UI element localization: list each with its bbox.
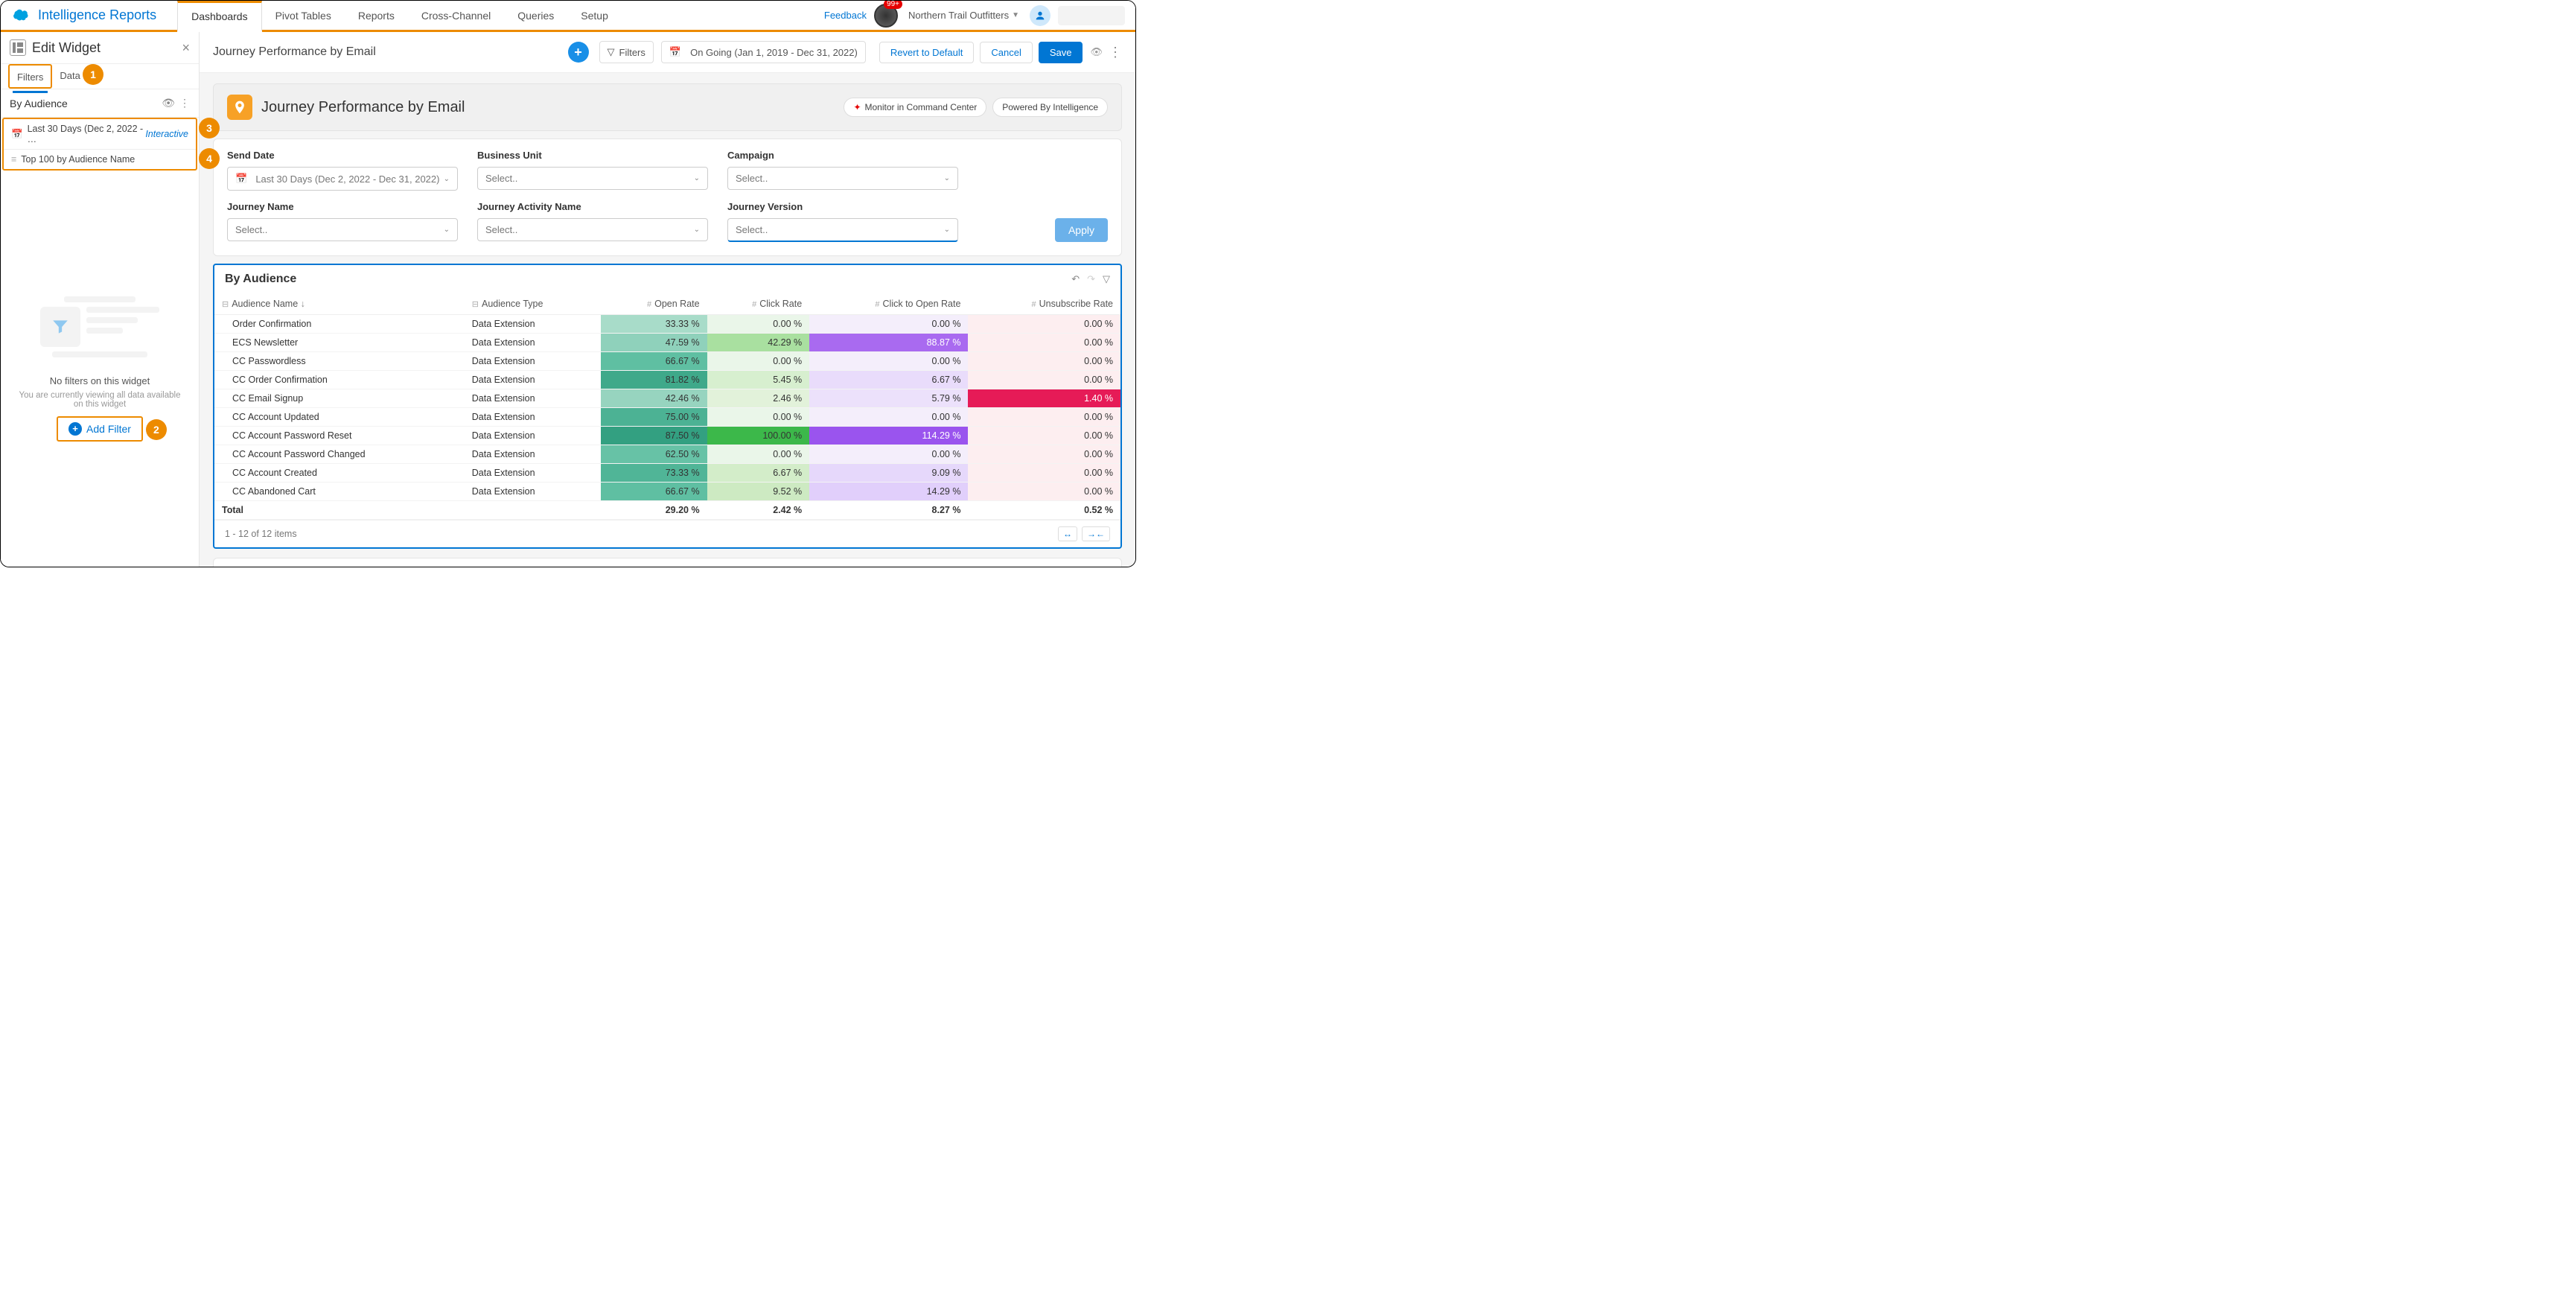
column-header[interactable]: #Click Rate [707,293,810,315]
table-row[interactable]: CC Abandoned CartData Extension66.67 %9.… [214,483,1120,501]
top-navbar: Intelligence Reports DashboardsPivot Tab… [1,1,1135,32]
sidebar-title: Edit Widget [32,40,182,56]
powered-pill[interactable]: Powered By Intelligence [992,98,1108,117]
filter-item-date[interactable]: 📅 Last 30 Days (Dec 2, 2022 - … Interact… [4,119,196,150]
filter-select-journey-version[interactable]: Select..⌄ [727,218,958,242]
side-tab-filters[interactable]: Filters [8,64,52,89]
table-row[interactable]: CC Account Password ChangedData Extensio… [214,445,1120,464]
date-range-button[interactable]: 📅On Going (Jan 1, 2019 - Dec 31, 2022) [661,41,866,63]
nav-tab-dashboards[interactable]: Dashboards [177,1,262,32]
table-row[interactable]: Order ConfirmationData Extension33.33 %0… [214,315,1120,334]
table-row[interactable]: CC PasswordlessData Extension66.67 %0.00… [214,352,1120,371]
page-header-card: Journey Performance by Email ✦Monitor in… [213,83,1122,131]
search-placeholder[interactable] [1058,6,1125,25]
table-row[interactable]: CC Account UpdatedData Extension75.00 %0… [214,408,1120,427]
cancel-button[interactable]: Cancel [980,42,1032,63]
filter-select-journey-name[interactable]: Select..⌄ [227,218,458,241]
empty-state-illustration [40,296,159,362]
preview-icon[interactable]: 👁 [1090,46,1103,58]
no-filters-hint: You are currently viewing all data avail… [16,391,184,409]
feedback-link[interactable]: Feedback [824,10,867,21]
page-heading: Journey Performance by Email [261,99,465,116]
no-filters-label: No filters on this widget [50,375,150,386]
calendar-icon: 📅 [11,129,23,140]
more-icon[interactable]: ⋮ [179,97,190,109]
filter-panel: Send Date 📅Last 30 Days (Dec 2, 2022 - De… [213,138,1122,256]
table-row[interactable]: CC Account Password ResetData Extension8… [214,427,1120,445]
funnel-icon: ▽ [608,46,615,58]
filter-list: 📅 Last 30 Days (Dec 2, 2022 - … Interact… [2,118,197,171]
filter-icon[interactable]: ▽ [1103,273,1110,285]
by-audience-widget: By Audience ↶ ↷ ▽ ⊟Audience Name ↓⊟Audie… [213,264,1122,549]
main-toolbar: Journey Performance by Email + ▽Filters … [200,32,1135,73]
more-icon[interactable]: ⋮ [1109,45,1122,60]
add-filter-button[interactable]: + Add Filter 2 [57,416,143,442]
sidebar: Edit Widget × Filters1Data By Audience 👁… [1,32,200,567]
add-button[interactable]: + [568,42,589,63]
pager-fit[interactable]: ↔ [1058,526,1077,541]
column-header[interactable]: ⊟Audience Name ↓ [214,293,465,315]
table-row[interactable]: CC Account CreatedData Extension73.33 %6… [214,464,1120,483]
notification-badge: 99+ [884,0,902,9]
widget-icon [10,39,26,56]
filter-label: Journey Name [227,201,458,212]
nav-tab-setup[interactable]: Setup [567,1,622,30]
filter-select-campaign[interactable]: Select..⌄ [727,167,958,190]
table-total-row: Total29.20 %2.42 %8.27 %0.52 % [214,501,1120,520]
redo-icon[interactable]: ↷ [1087,273,1095,285]
plus-icon: + [68,422,82,436]
undo-icon[interactable]: ↶ [1071,273,1080,285]
close-icon[interactable]: × [182,40,190,56]
sort-icon: ≡ [11,154,16,165]
callout-4: 4 [199,148,220,169]
calendar-icon: 📅 [669,46,681,58]
side-tab-data[interactable]: Data [52,64,87,89]
user-avatar[interactable] [1030,5,1051,26]
filters-button[interactable]: ▽Filters [599,41,654,63]
column-header[interactable]: #Unsubscribe Rate [968,293,1120,315]
data-table: ⊟Audience Name ↓⊟Audience Type#Open Rate… [214,293,1120,520]
callout-3: 3 [199,118,220,138]
salesforce-logo-icon [11,6,31,25]
pager-label: 1 - 12 of 12 items [225,529,297,539]
callout-2: 2 [146,419,167,440]
table-row[interactable]: CC Order ConfirmationData Extension81.82… [214,371,1120,389]
column-header[interactable]: #Click to Open Rate [809,293,968,315]
filter-label: Campaign [727,150,958,161]
assistant-button[interactable]: 99+ [874,4,898,28]
filter-item-top100[interactable]: ≡ Top 100 by Audience Name 4 [4,150,196,169]
table-row[interactable]: CC Email SignupData Extension42.46 %2.46… [214,389,1120,408]
filter-label: Send Date [227,150,458,161]
filter-select-business-unit[interactable]: Select..⌄ [477,167,708,190]
column-header[interactable]: ⊟Audience Type [465,293,601,315]
app-title: Intelligence Reports [38,7,156,23]
column-header[interactable]: #Open Rate [601,293,707,315]
monitor-pill[interactable]: ✦Monitor in Command Center [844,98,986,117]
apply-button[interactable]: Apply [1055,218,1108,242]
audience-title: By Audience [10,98,68,109]
filter-label: Business Unit [477,150,708,161]
visibility-icon[interactable]: 👁 [162,97,175,109]
nav-tab-queries[interactable]: Queries [504,1,567,30]
location-icon [227,95,252,120]
filter-select-journey-activity-name[interactable]: Select..⌄ [477,218,708,241]
widget-title: By Audience [225,273,296,286]
table-row[interactable]: ECS NewsletterData Extension47.59 %42.29… [214,334,1120,352]
org-switcher[interactable]: Northern Trail Outfitters▼ [908,10,1019,21]
nav-tab-reports[interactable]: Reports [345,1,408,30]
revert-button[interactable]: Revert to Default [879,42,975,63]
nav-tab-pivot-tables[interactable]: Pivot Tables [262,1,345,30]
filter-select-send-date[interactable]: 📅Last 30 Days (Dec 2, 2022 - Dec 31, 202… [227,167,458,191]
filter-label: Journey Version [727,201,958,212]
nav-tab-cross-channel[interactable]: Cross-Channel [408,1,504,30]
filter-label: Journey Activity Name [477,201,708,212]
pager-next[interactable]: →← [1082,526,1110,541]
page-title: Journey Performance by Email [213,45,568,59]
save-button[interactable]: Save [1039,42,1083,63]
journeys-card: Journeys & Activities SendsBouncesBounce… [213,558,1122,567]
